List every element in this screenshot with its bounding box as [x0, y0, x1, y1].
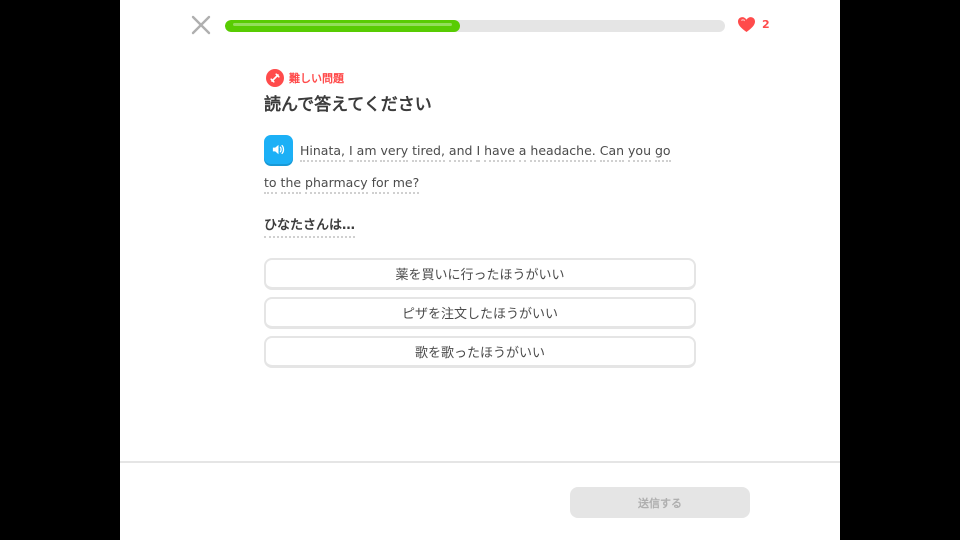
passage-word[interactable]: am	[356, 143, 377, 162]
question-prompt[interactable]: ひなたさんは…	[264, 214, 356, 238]
passage-word[interactable]: I	[476, 143, 481, 162]
passage-word[interactable]: you	[628, 143, 651, 162]
passage-word[interactable]: have	[484, 143, 515, 162]
progress-bar	[225, 20, 725, 32]
dumbbell-icon	[266, 69, 284, 87]
passage-word[interactable]: headache.	[530, 143, 596, 162]
answer-option[interactable]: 薬を買いに行ったほうがいい	[264, 258, 696, 290]
speaker-icon	[271, 142, 286, 157]
hearts-count: 2	[762, 18, 770, 31]
passage-line: to the pharmacy for me?	[264, 175, 420, 194]
challenge-title: 読んで答えてください	[264, 95, 432, 115]
passage-word[interactable]: the	[280, 175, 302, 194]
passage-word[interactable]: to	[264, 175, 277, 194]
submit-button[interactable]: 送信する	[570, 487, 750, 518]
badge-label: 難しい問題	[289, 72, 344, 85]
passage-word[interactable]: tired,	[412, 143, 445, 162]
passage-word[interactable]: me?	[392, 175, 420, 194]
passage-word[interactable]: for	[371, 175, 389, 194]
hearts-counter[interactable]: 2	[737, 16, 770, 33]
answer-option[interactable]: ピザを注文したほうがいい	[264, 297, 696, 329]
passage-word[interactable]: pharmacy	[305, 175, 368, 194]
heart-icon	[737, 16, 756, 33]
passage-word[interactable]: and	[448, 143, 473, 162]
hard-challenge-badge: 難しい問題	[266, 69, 344, 87]
passage-line: Hinata, I am very tired, and I have a he…	[300, 143, 671, 162]
footer-divider	[120, 461, 840, 463]
passage-word[interactable]: Can	[599, 143, 625, 162]
passage-word[interactable]: Hinata,	[300, 143, 345, 162]
answer-options: 薬を買いに行ったほうがいい ピザを注文したほうがいい 歌を歌ったほうがいい	[264, 258, 696, 375]
passage-word[interactable]: very	[380, 143, 409, 162]
play-audio-button[interactable]	[264, 135, 293, 164]
answer-option[interactable]: 歌を歌ったほうがいい	[264, 336, 696, 368]
close-icon	[190, 14, 212, 36]
close-button[interactable]	[190, 14, 212, 36]
progress-fill	[225, 20, 460, 32]
passage-word[interactable]: a	[518, 143, 527, 162]
lesson-screen: 2 難しい問題 読んで答えてください Hinata, I am very tir…	[120, 0, 840, 540]
passage-word[interactable]: go	[654, 143, 671, 162]
passage-word[interactable]: I	[348, 143, 353, 162]
